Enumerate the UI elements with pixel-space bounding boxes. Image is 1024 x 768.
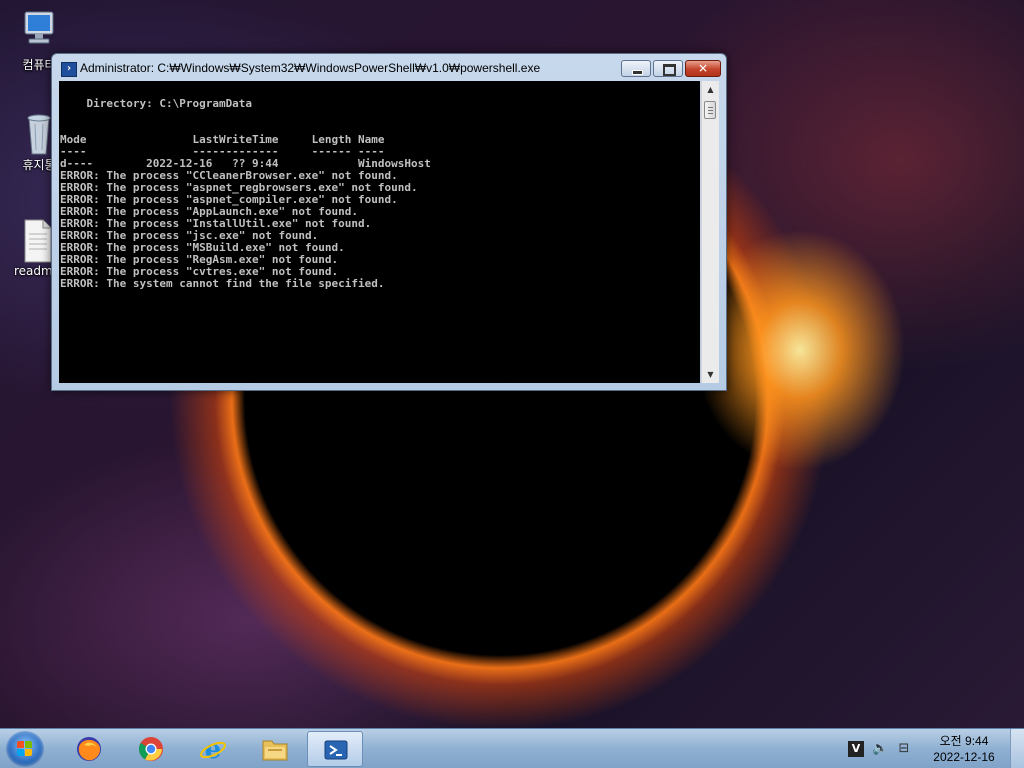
vertical-scrollbar[interactable]: ▲ ▼ xyxy=(701,81,719,383)
console-text: Directory: C:\ProgramData Mode LastWrite… xyxy=(60,98,431,290)
window-titlebar[interactable]: › Administrator: C:₩Windows₩System32₩Win… xyxy=(52,54,726,82)
console-line: ERROR: The system cannot find the file s… xyxy=(60,277,385,290)
maximize-icon xyxy=(663,64,676,76)
taskbar-powershell[interactable] xyxy=(307,731,363,767)
console-line: Directory: C:\ProgramData xyxy=(60,97,253,110)
minimize-icon xyxy=(632,70,643,75)
ime-icon[interactable]: V xyxy=(848,741,864,757)
taskbar: e V 🔈 ⊟ 오전 9:44 2022-12-16 xyxy=(0,728,1024,768)
taskbar-clock[interactable]: 오전 9:44 2022-12-16 xyxy=(925,733,1003,765)
scroll-thumb[interactable] xyxy=(704,101,716,119)
close-button[interactable]: ✕ xyxy=(685,60,721,77)
volume-icon[interactable]: 🔈 xyxy=(872,741,888,757)
folder-icon xyxy=(262,740,288,761)
firefox-icon xyxy=(77,737,101,761)
svg-text:e: e xyxy=(205,735,222,763)
scroll-down-arrow-icon[interactable]: ▼ xyxy=(702,366,719,383)
clock-time: 오전 9:44 xyxy=(939,734,989,748)
clock-date: 2022-12-16 xyxy=(933,750,995,764)
maximize-button[interactable] xyxy=(653,60,683,77)
scroll-up-arrow-icon[interactable]: ▲ xyxy=(702,81,719,98)
powershell-window[interactable]: › Administrator: C:₩Windows₩System32₩Win… xyxy=(51,53,727,391)
powershell-icon: › xyxy=(61,62,77,77)
minimize-button[interactable] xyxy=(621,60,651,77)
ie-icon: e xyxy=(200,735,226,763)
taskbar-internet-explorer[interactable]: e xyxy=(185,731,241,767)
taskbar-chrome[interactable] xyxy=(123,731,179,767)
chrome-icon xyxy=(138,737,163,761)
taskbar-firefox[interactable] xyxy=(61,731,117,767)
window-title: Administrator: C:₩Windows₩System32₩Windo… xyxy=(80,61,541,75)
computer-icon xyxy=(19,10,59,54)
show-desktop-button[interactable] xyxy=(1010,729,1024,768)
console-output[interactable]: Directory: C:\ProgramData Mode LastWrite… xyxy=(59,81,700,383)
start-button[interactable] xyxy=(6,731,44,767)
windows-logo-icon xyxy=(17,741,33,757)
taskbar-file-explorer[interactable] xyxy=(247,731,303,767)
network-icon[interactable]: ⊟ xyxy=(896,741,912,757)
powershell-icon xyxy=(324,740,348,760)
close-icon: ✕ xyxy=(697,61,709,75)
